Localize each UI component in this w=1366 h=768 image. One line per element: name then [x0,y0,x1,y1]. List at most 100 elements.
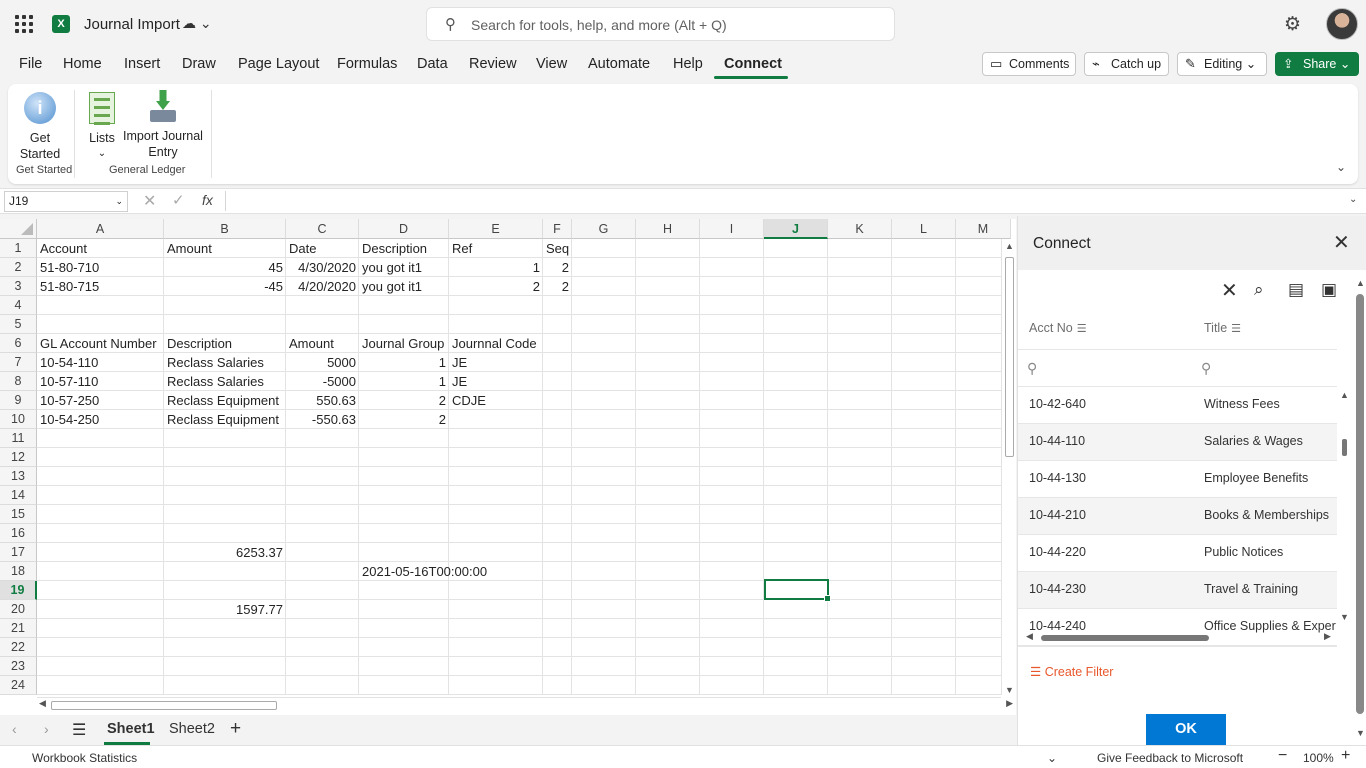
cancel-icon[interactable]: ✕ [143,191,156,211]
scrollbar-thumb[interactable] [51,701,277,710]
sheet-tab-sheet1[interactable]: Sheet1 [107,721,155,737]
cell-d10[interactable]: 2 [359,410,449,429]
scroll-up-arrow-icon[interactable]: ▲ [1340,390,1349,400]
scroll-left-arrow-icon[interactable]: ◀ [1026,631,1033,642]
cell-d8[interactable]: 1 [359,372,449,391]
document-title[interactable]: Journal Import [84,16,180,33]
tab-insert[interactable]: Insert [124,56,160,72]
row-header-6[interactable]: 6 [0,334,37,353]
column-header-i[interactable]: I [700,219,764,239]
cell-a8[interactable]: 10-57-110 [37,372,101,391]
row-header-17[interactable]: 17 [0,543,37,562]
cell-c7[interactable]: 5000 [286,353,359,372]
cell-f2[interactable]: 2 [543,258,572,277]
lists-button[interactable]: Lists ⌄ [84,92,120,162]
scroll-down-arrow-icon[interactable]: ▼ [1340,612,1349,622]
row-header-15[interactable]: 15 [0,505,37,524]
cell-b6[interactable]: Description [164,334,235,353]
tab-view[interactable]: View [536,56,567,72]
cell-a6[interactable]: GL Account Number [37,334,160,353]
row-header-2[interactable]: 2 [0,258,37,277]
tab-data[interactable]: Data [417,56,448,72]
cell-d9[interactable]: 2 [359,391,449,410]
cell-b20[interactable]: 1597.77 [164,600,286,619]
cell-d1[interactable]: Description [359,239,430,258]
editing-mode-button[interactable]: ✎ Editing ⌄ [1177,52,1267,76]
formula-input[interactable] [232,193,1332,211]
give-feedback-link[interactable]: Give Feedback to Microsoft [1097,751,1243,765]
title-filter-search-icon[interactable]: ⚲ [1201,360,1211,377]
cell-c1[interactable]: Date [286,239,319,258]
list-horizontal-scrollbar[interactable]: ◀ ▶ [1026,631,1331,643]
sheet-tab-sheet2[interactable]: Sheet2 [169,721,215,737]
scroll-down-arrow-icon[interactable]: ▼ [1005,685,1014,695]
comments-button[interactable]: ▭ Comments [982,52,1076,76]
zoom-level[interactable]: 100% [1303,751,1334,765]
cell-a9[interactable]: 10-57-250 [37,391,102,410]
close-panel-icon[interactable]: ✕ [1333,230,1350,255]
tab-connect[interactable]: Connect [724,56,782,72]
column-header-c[interactable]: C [286,219,359,239]
cell-c8[interactable]: -5000 [286,372,359,391]
row-header-1[interactable]: 1 [0,239,37,258]
cell-b9[interactable]: Reclass Equipment [164,391,282,410]
scroll-up-arrow-icon[interactable]: ▲ [1005,241,1014,251]
spreadsheet-grid[interactable]: A B C D E F G H I J K L M 1 2 3 4 5 6 7 8 9 10 11 12 13 14 15 16 17 18… [0,219,1016,715]
panel-vertical-scrollbar[interactable]: ▲ ▼ [1354,278,1366,745]
row-header-10[interactable]: 10 [0,410,37,429]
cell-b1[interactable]: Amount [164,239,215,258]
cell-c3[interactable]: 4/20/2020 [286,277,359,296]
add-sheet-plus-icon[interactable]: + [230,718,241,740]
row-header-8[interactable]: 8 [0,372,37,391]
column-header-d[interactable]: D [359,219,449,239]
tab-file[interactable]: File [19,56,42,72]
cell-e9[interactable]: CDJE [449,391,489,410]
cell-a3[interactable]: 51-80-715 [37,277,102,296]
list-row[interactable]: 10-44-220 Public Notices [1018,535,1337,572]
row-header-18[interactable]: 18 [0,562,37,581]
share-button[interactable]: ⇪ Share ⌄ [1275,52,1359,76]
cell-d18[interactable]: 2021-05-16T00:00:00 [359,562,490,581]
tab-help[interactable]: Help [673,56,703,72]
list-row[interactable]: 10-44-130 Employee Benefits [1018,461,1337,498]
scrollbar-thumb[interactable] [1356,294,1364,714]
scroll-right-arrow-icon[interactable]: ▶ [1006,698,1013,709]
column-header-f[interactable]: F [543,219,572,239]
get-started-button[interactable]: i Get Started [14,92,66,162]
cell-e2[interactable]: 1 [449,258,543,277]
column-filter-icon[interactable]: ☰ [1077,323,1087,335]
prev-sheet-chevron-icon[interactable]: ‹ [12,721,17,737]
cell-b8[interactable]: Reclass Salaries [164,372,267,391]
column-header-g[interactable]: G [572,219,636,239]
cell-b3[interactable]: -45 [164,277,286,296]
column-header-acct-no[interactable]: Acct No ☰ [1029,321,1087,335]
cell-b17[interactable]: 6253.37 [164,543,286,562]
zoom-out-minus-icon[interactable]: − [1278,747,1287,765]
scrollbar-thumb[interactable] [1342,439,1347,456]
list-row[interactable]: 10-44-230 Travel & Training [1018,572,1337,609]
cell-c10[interactable]: -550.63 [286,410,359,429]
row-header-16[interactable]: 16 [0,524,37,543]
sheet-horizontal-scrollbar[interactable]: ◀ ▶ [37,697,1013,712]
cell-b2[interactable]: 45 [164,258,286,277]
cell-a10[interactable]: 10-54-250 [37,410,102,429]
row-header-19[interactable]: 19 [0,581,37,600]
column-filter-icon[interactable]: ☰ [1231,323,1241,335]
row-header-20[interactable]: 20 [0,600,37,619]
lookup-document-icon[interactable]: ⌕ [1254,280,1264,300]
scrollbar-thumb[interactable] [1041,635,1209,641]
column-header-e[interactable]: E [449,219,543,239]
column-header-h[interactable]: H [636,219,700,239]
tab-review[interactable]: Review [469,56,517,72]
catch-up-button[interactable]: ⌁ Catch up [1084,52,1169,76]
import-journal-entry-button[interactable]: Import Journal Entry [122,90,204,160]
cell-d2[interactable]: you got it1 [359,258,425,277]
tab-page-layout[interactable]: Page Layout [238,56,319,72]
cell-e6[interactable]: Journnal Code [449,334,540,353]
list-row[interactable]: 10-44-110 Salaries & Wages [1018,424,1337,461]
cell-c9[interactable]: 550.63 [286,391,359,410]
scroll-right-arrow-icon[interactable]: ▶ [1324,631,1331,642]
confirm-check-icon[interactable]: ✓ [172,191,185,209]
tab-formulas[interactable]: Formulas [337,56,397,72]
column-header-j[interactable]: J [764,219,828,239]
